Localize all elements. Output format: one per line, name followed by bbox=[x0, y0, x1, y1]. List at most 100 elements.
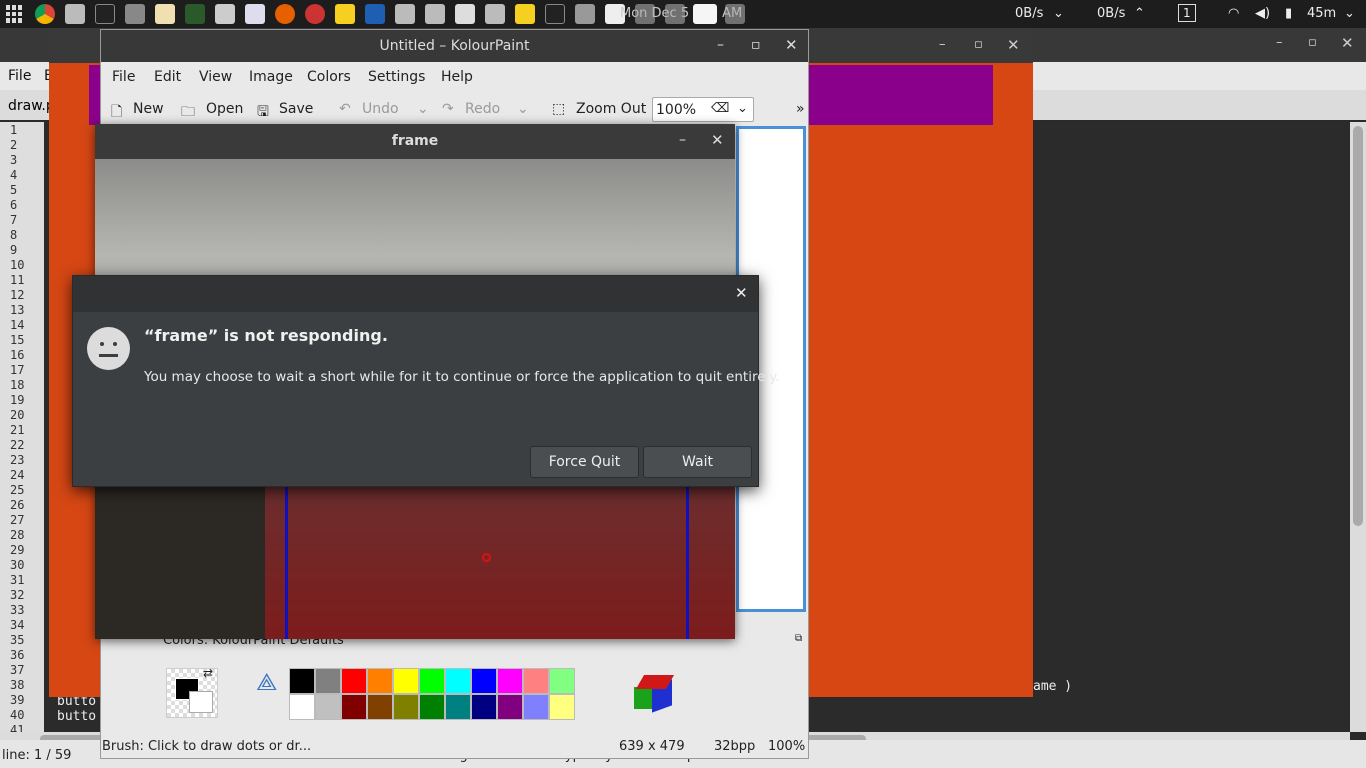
color-similarity-icon[interactable]: ⟁ bbox=[256, 668, 277, 696]
toolbar-overflow-button[interactable]: » bbox=[796, 101, 805, 117]
palette-color-swatch[interactable] bbox=[549, 668, 575, 694]
maximize-icon[interactable]: ▫ bbox=[974, 37, 983, 52]
close-icon[interactable]: ✕ bbox=[711, 131, 724, 149]
palette-color-swatch[interactable] bbox=[419, 694, 445, 720]
palette-color-swatch[interactable] bbox=[523, 694, 549, 720]
drive-icon[interactable] bbox=[575, 4, 595, 24]
window-icon[interactable] bbox=[425, 4, 445, 24]
window-icon[interactable] bbox=[635, 4, 655, 24]
terminal-icon[interactable] bbox=[545, 4, 565, 24]
new-file-icon[interactable]: 🗋 bbox=[111, 101, 122, 125]
redo-icon[interactable]: ↷ bbox=[442, 101, 454, 117]
close-icon[interactable]: ✕ bbox=[1341, 34, 1354, 52]
minimize-icon[interactable]: – bbox=[717, 37, 724, 53]
chrome-icon[interactable] bbox=[35, 4, 55, 24]
palette-color-swatch[interactable] bbox=[315, 694, 341, 720]
pikachu-icon[interactable] bbox=[515, 4, 535, 24]
save-button[interactable]: Save bbox=[279, 101, 313, 117]
remote-desktop-icon[interactable] bbox=[365, 4, 385, 24]
background-color[interactable] bbox=[189, 691, 213, 713]
palette-color-swatch[interactable] bbox=[471, 694, 497, 720]
palette-color-swatch[interactable] bbox=[445, 668, 471, 694]
palette-color-swatch[interactable] bbox=[471, 668, 497, 694]
palette-color-swatch[interactable] bbox=[341, 668, 367, 694]
battery-icon[interactable]: ▮ bbox=[1285, 6, 1292, 21]
swap-colors-icon[interactable]: ⇄ bbox=[203, 666, 213, 680]
new-button[interactable]: New bbox=[133, 101, 164, 117]
zoom-out-icon[interactable]: ⬚ bbox=[552, 101, 565, 117]
palette-color-swatch[interactable] bbox=[393, 694, 419, 720]
minimize-icon[interactable]: – bbox=[679, 132, 686, 148]
text-editor-icon[interactable] bbox=[155, 4, 175, 24]
pikachu-icon[interactable] bbox=[335, 4, 355, 24]
undo-icon[interactable]: ↶ bbox=[339, 101, 351, 117]
menu-colors[interactable]: Colors bbox=[307, 69, 351, 85]
palette-color-swatch[interactable] bbox=[497, 668, 523, 694]
close-icon[interactable]: ✕ bbox=[735, 284, 748, 302]
color-swatch-fg-bg[interactable]: ⇄ bbox=[166, 666, 218, 718]
menu-image[interactable]: Image bbox=[249, 69, 293, 85]
minimize-icon[interactable]: – bbox=[1276, 35, 1283, 50]
palette-color-swatch[interactable] bbox=[497, 694, 523, 720]
menu-file[interactable]: File bbox=[112, 69, 135, 85]
menu-edit[interactable]: Edit bbox=[154, 69, 181, 85]
workspace-indicator[interactable]: 1 bbox=[1178, 4, 1196, 22]
menu-file[interactable]: File bbox=[8, 68, 31, 84]
chevron-up-icon[interactable]: ⌃ bbox=[1134, 6, 1145, 21]
window-icon[interactable] bbox=[665, 4, 685, 24]
maximize-icon[interactable]: ▫ bbox=[1308, 35, 1317, 50]
dock-icon[interactable]: ⧉ bbox=[795, 633, 802, 644]
palette-color-swatch[interactable] bbox=[523, 668, 549, 694]
palette-color-swatch[interactable] bbox=[393, 668, 419, 694]
palette-color-swatch[interactable] bbox=[289, 668, 315, 694]
wait-button[interactable]: Wait bbox=[643, 446, 752, 478]
clear-icon[interactable]: ⌫ bbox=[711, 101, 729, 116]
close-icon[interactable]: ✕ bbox=[1007, 36, 1020, 54]
palette-color-swatch[interactable] bbox=[445, 694, 471, 720]
palette-color-swatch[interactable] bbox=[549, 694, 575, 720]
chevron-down-icon[interactable]: ⌄ bbox=[737, 101, 748, 116]
window-icon[interactable] bbox=[65, 4, 85, 24]
redo-button[interactable]: Redo bbox=[465, 101, 500, 117]
open-button[interactable]: Open bbox=[206, 101, 243, 117]
battery-time[interactable]: 45m bbox=[1307, 6, 1336, 21]
palette-color-swatch[interactable] bbox=[315, 668, 341, 694]
palette-color-swatch[interactable] bbox=[367, 694, 393, 720]
firefox-icon[interactable] bbox=[275, 4, 295, 24]
chevron-down-icon[interactable]: ⌄ bbox=[517, 101, 529, 117]
chevron-down-icon[interactable]: ⌄ bbox=[1053, 6, 1064, 21]
menu-settings[interactable]: Settings bbox=[368, 69, 425, 85]
palette-color-swatch[interactable] bbox=[419, 668, 445, 694]
menu-help[interactable]: Help bbox=[441, 69, 473, 85]
chevron-down-icon[interactable]: ⌄ bbox=[417, 101, 429, 117]
minimize-icon[interactable]: – bbox=[939, 37, 946, 52]
window-icon[interactable] bbox=[725, 4, 745, 24]
force-quit-button[interactable]: Force Quit bbox=[530, 446, 639, 478]
zoom-out-button[interactable]: Zoom Out bbox=[576, 101, 646, 117]
palette-color-swatch[interactable] bbox=[289, 694, 315, 720]
apps-grid-icon[interactable] bbox=[6, 5, 24, 23]
calculator-icon[interactable] bbox=[215, 4, 235, 24]
wifi-icon[interactable]: ◠ bbox=[1228, 6, 1239, 21]
tab-draw[interactable]: draw.p bbox=[8, 98, 55, 114]
save-icon[interactable]: 🖫 bbox=[257, 101, 269, 125]
tools-icon[interactable] bbox=[125, 4, 145, 24]
close-icon[interactable]: ✕ bbox=[785, 36, 798, 54]
palette-color-swatch[interactable] bbox=[341, 694, 367, 720]
vertical-scrollbar[interactable] bbox=[1350, 122, 1366, 732]
system-monitor-icon[interactable] bbox=[185, 4, 205, 24]
undo-button[interactable]: Undo bbox=[362, 101, 399, 117]
open-folder-icon[interactable]: 🗀 bbox=[181, 101, 195, 125]
window-icon[interactable] bbox=[395, 4, 415, 24]
terminal-icon[interactable] bbox=[95, 4, 115, 24]
window-icon[interactable] bbox=[485, 4, 505, 24]
kolourpaint-icon[interactable] bbox=[693, 4, 717, 24]
zoom-combobox[interactable]: 100% ⌫ ⌄ bbox=[652, 97, 754, 122]
volume-icon[interactable]: ◀) bbox=[1255, 6, 1270, 21]
palette-color-swatch[interactable] bbox=[367, 668, 393, 694]
chevron-down-icon[interactable]: ⌄ bbox=[1344, 6, 1355, 21]
menu-view[interactable]: View bbox=[199, 69, 232, 85]
disk-icon[interactable] bbox=[245, 4, 265, 24]
maximize-icon[interactable]: ▫ bbox=[751, 37, 761, 53]
image-viewer-icon[interactable] bbox=[455, 4, 475, 24]
